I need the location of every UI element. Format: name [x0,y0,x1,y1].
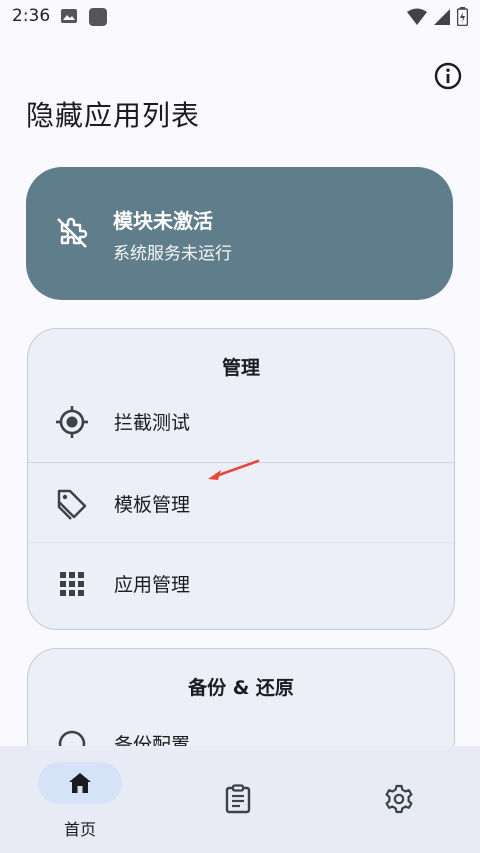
info-button[interactable] [432,60,464,92]
module-status-card[interactable]: 模块未激活 系统服务未运行 [26,167,453,300]
gear-icon [384,784,414,818]
menu-item-label: 拦截测试 [114,412,191,434]
section-title-manage: 管理 [221,357,260,379]
menu-item-label: 模板管理 [114,494,191,516]
nav-item-logs[interactable] [222,746,258,853]
nav-item-home[interactable]: 首页 [38,746,122,853]
tag-icon [55,487,89,521]
nav-label-home: 首页 [63,820,96,839]
nav-item-settings[interactable] [382,746,418,853]
menu-item-label: 应用管理 [114,574,191,596]
bottom-navigation: 首页 [0,746,480,853]
apps-grid-icon [55,567,89,601]
nav-active-indicator [38,762,122,804]
page-title: 隐藏应用列表 [26,99,201,132]
menu-item-intercept-test[interactable]: 拦截测试 [28,381,454,461]
home-icon [69,773,91,793]
status-subtitle: 系统服务未运行 [113,244,232,264]
info-icon [434,62,462,90]
clipboard-icon [224,784,252,818]
status-title: 模块未激活 [113,209,213,233]
status-bar: 2:36 [0,0,480,34]
image-notification-icon [60,7,78,29]
wifi-icon [407,8,427,30]
extension-off-icon [54,215,90,255]
menu-item-app-manage[interactable]: 应用管理 [28,543,454,623]
section-title-backup: 备份 & 还原 [188,677,294,699]
annotation-arrow-icon [208,459,260,480]
battery-icon [456,7,469,30]
app-notification-icon [88,7,108,31]
status-time: 2:36 [12,6,51,26]
target-icon [55,405,89,439]
signal-icon [433,8,451,30]
